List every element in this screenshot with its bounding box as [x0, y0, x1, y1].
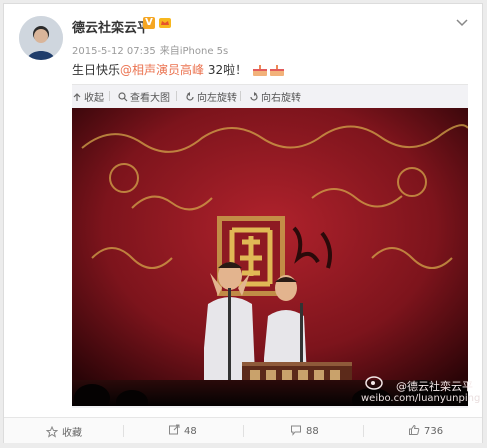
source-prefix: 来自: [159, 46, 180, 57]
rotate-left-icon: [186, 92, 194, 101]
collapse-label: 收起: [84, 93, 104, 104]
stage-performance-image: [72, 108, 468, 406]
like-count: 736: [424, 426, 444, 437]
rotate-right-icon: [250, 92, 258, 101]
rotate-left-button[interactable]: 向左旋转: [185, 89, 237, 104]
collapse-button[interactable]: 收起: [72, 89, 104, 104]
rotate-right-label: 向右旋转: [261, 93, 301, 104]
favorite-button[interactable]: 收藏: [46, 424, 82, 439]
media-container: [72, 106, 468, 408]
toolbar-divider: [109, 91, 110, 101]
star-icon: [46, 426, 58, 438]
footer-divider: [243, 425, 244, 437]
cake-emoji-icon: [252, 65, 267, 76]
post-timestamp[interactable]: 2015-5-12 07:35: [72, 46, 156, 57]
verified-badge-icon: V: [143, 17, 155, 29]
post-source[interactable]: iPhone 5s: [180, 46, 229, 57]
like-button[interactable]: 736: [408, 424, 443, 437]
avatar-photo-icon: [19, 16, 63, 60]
post-text-after: 32啦！: [204, 63, 248, 77]
footer-divider: [363, 425, 364, 437]
post-text-before: 生日快乐: [72, 63, 121, 77]
comment-button[interactable]: 88: [290, 424, 319, 437]
vip-crown-icon: [159, 18, 171, 28]
view-large-button[interactable]: 查看大图: [118, 89, 170, 104]
cake-emoji-icon: [269, 65, 284, 76]
comment-icon: [291, 425, 301, 436]
post-meta: 2015-5-12 07:35 来自iPhone 5s: [72, 42, 232, 57]
rotate-left-label: 向左旋转: [197, 93, 237, 104]
repost-icon: [169, 424, 180, 435]
toolbar-divider: [176, 91, 177, 101]
search-icon: [118, 92, 128, 102]
repost-button[interactable]: 48: [168, 424, 197, 437]
repost-count: 48: [184, 426, 197, 437]
view-large-label: 查看大图: [130, 93, 170, 104]
toolbar-divider: [240, 91, 241, 101]
post-actions-bar: 收藏 48 88 736: [4, 417, 482, 443]
post-text: 生日快乐@相声演员高峰 32啦！: [72, 61, 285, 78]
footer-divider: [123, 425, 124, 437]
thumbs-up-icon: [409, 424, 420, 435]
favorite-label: 收藏: [62, 428, 82, 439]
media-toolbar: 收起 查看大图 向左旋转 向右旋转: [72, 84, 468, 106]
avatar[interactable]: [19, 16, 63, 60]
image-watermark-url: weibo.com/luanyunping: [361, 393, 481, 404]
mention-link[interactable]: @相声演员高峰: [120, 63, 204, 77]
comment-count: 88: [306, 426, 319, 437]
rotate-right-button[interactable]: 向右旋转: [249, 89, 301, 104]
author-name[interactable]: 德云社栾云平: [72, 17, 150, 36]
collapse-arrow-icon: [73, 93, 81, 101]
chevron-down-icon[interactable]: [456, 18, 468, 28]
image-watermark-name: @德云社栾云平: [396, 380, 473, 393]
weibo-post-card: 德云社栾云平 V 2015-5-12 07:35 来自iPhone 5s 生日快乐…: [3, 3, 483, 443]
post-photo[interactable]: [72, 108, 468, 406]
